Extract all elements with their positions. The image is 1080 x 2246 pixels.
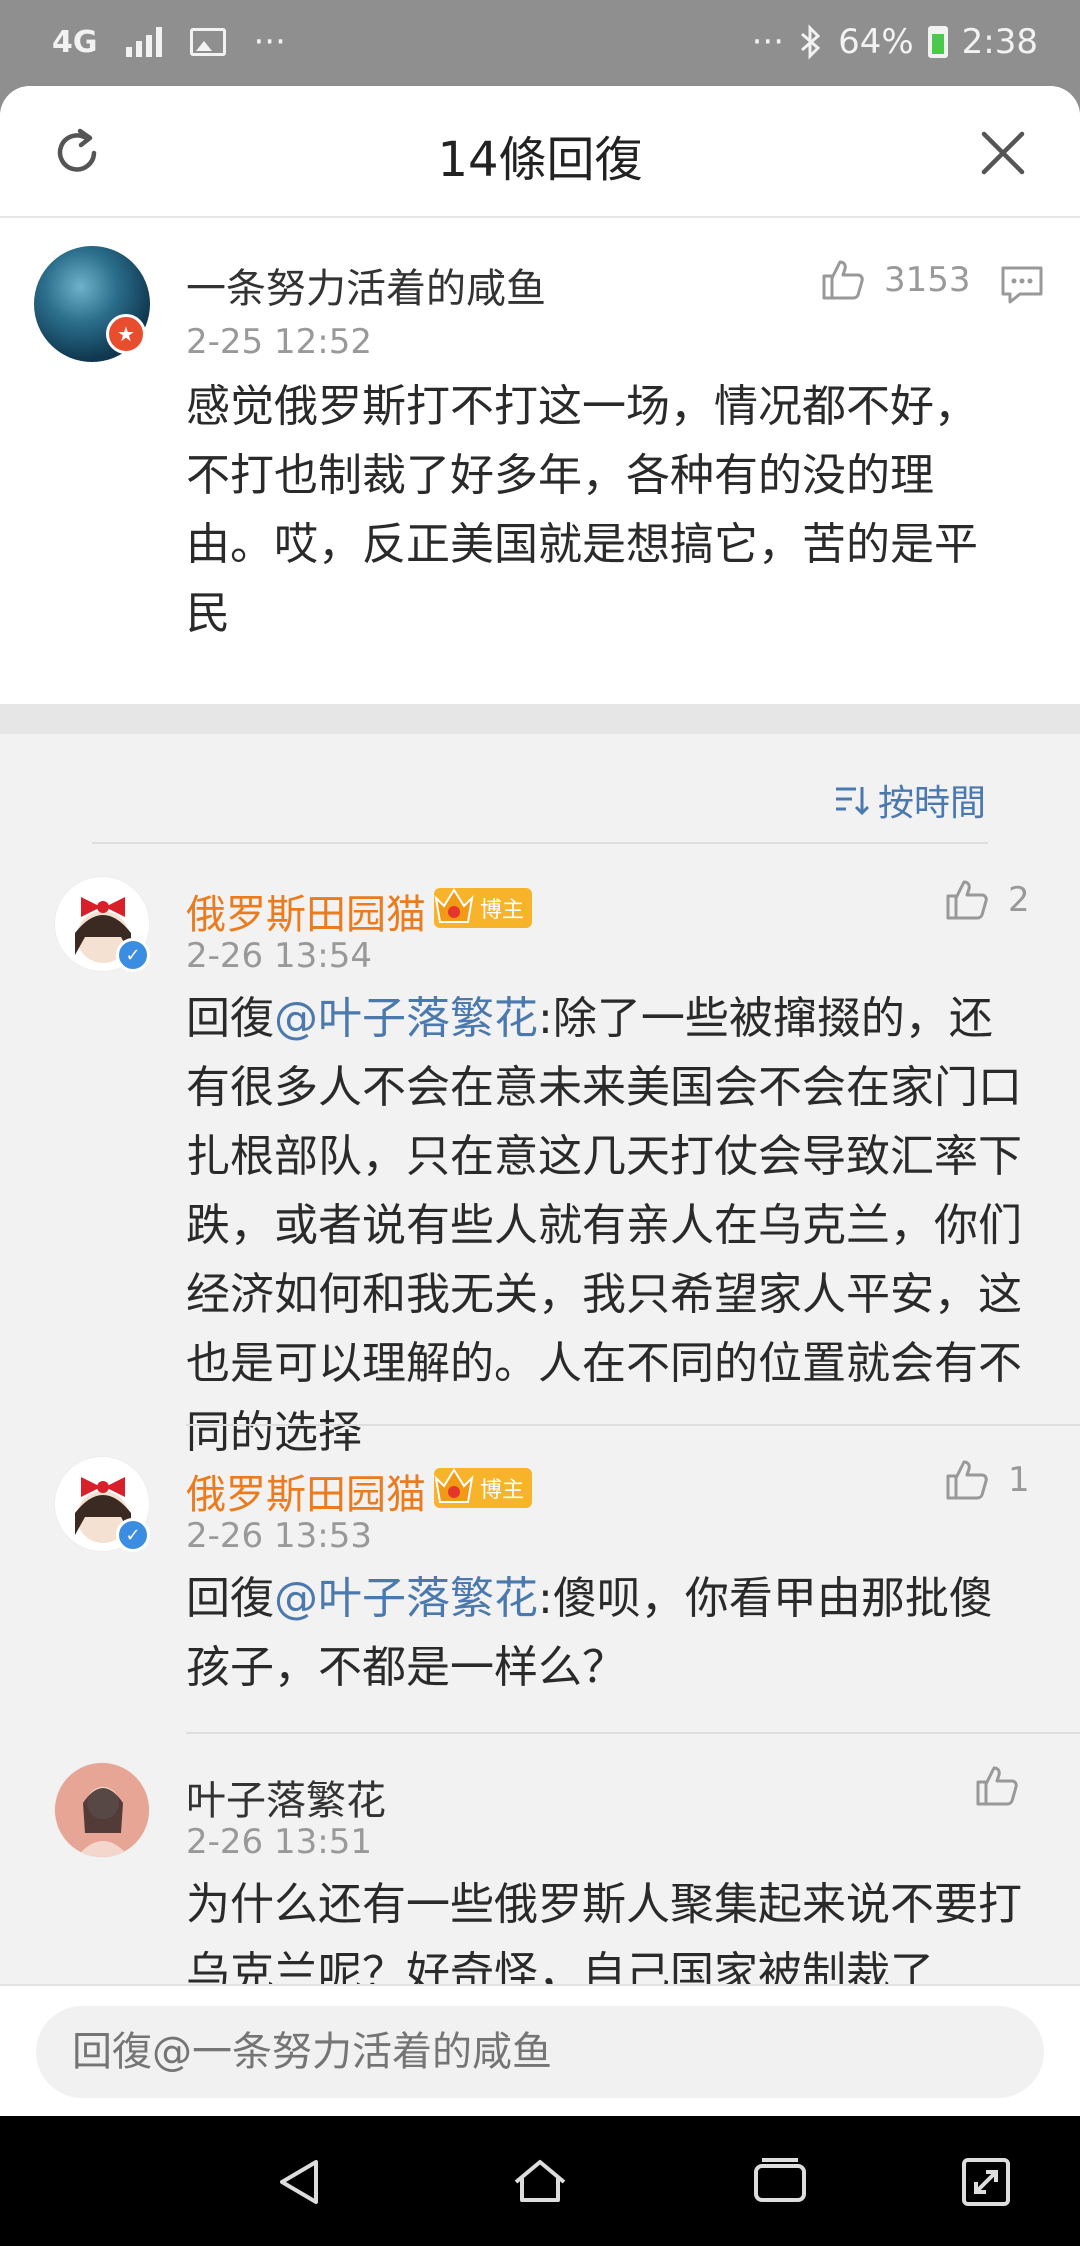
verified-icon: ✓ bbox=[116, 1518, 150, 1552]
replies-sheet: 14條回復 ★ 一条努力活着的咸鱼 2-25 12:52 3153 感觉俄罗斯打… bbox=[0, 86, 1080, 2116]
crown-icon bbox=[434, 888, 474, 923]
sort-label: 按時間 bbox=[877, 783, 986, 824]
divider bbox=[92, 842, 988, 844]
sheet-header: 14條回復 bbox=[0, 86, 1080, 218]
reply-author[interactable]: 俄罗斯田园猫 bbox=[186, 882, 426, 940]
battery-percent: 64% bbox=[838, 22, 914, 62]
bluetooth-icon bbox=[801, 24, 821, 60]
home-icon[interactable] bbox=[510, 2152, 570, 2212]
avatar[interactable] bbox=[54, 1762, 150, 1858]
like-count: 1 bbox=[1008, 1460, 1030, 1500]
reply-item: ✓ 俄罗斯田园猫 博主 2-26 13:53 1 回復@叶子落繁花:傻呗，你看甲… bbox=[0, 1456, 1080, 1756]
thumbs-up-icon bbox=[946, 1460, 988, 1500]
reply-time: 2-26 13:54 bbox=[186, 936, 372, 976]
reply-input[interactable] bbox=[36, 2006, 1044, 2098]
blogger-badge: 博主 bbox=[434, 888, 533, 928]
mention-link[interactable]: @叶子落繁花 bbox=[274, 1573, 538, 1624]
section-divider bbox=[0, 704, 1080, 734]
divider bbox=[186, 1732, 1080, 1734]
like-count: 2 bbox=[1008, 880, 1030, 920]
like-button[interactable]: 1 bbox=[942, 1456, 1030, 1504]
signal-icon bbox=[125, 27, 162, 57]
battery-icon bbox=[927, 26, 948, 58]
image-notification-icon bbox=[189, 28, 226, 56]
reply-time: 2-26 13:53 bbox=[186, 1516, 372, 1556]
sort-row: 按時間 bbox=[0, 734, 1080, 844]
like-button[interactable]: 2 bbox=[942, 876, 1030, 924]
sort-icon bbox=[835, 787, 870, 816]
like-button[interactable] bbox=[972, 1762, 1020, 1810]
more-notifications-icon: ··· bbox=[253, 22, 286, 62]
close-icon[interactable] bbox=[976, 126, 1030, 180]
status-bar: 4G ··· ··· 64% 2:38 bbox=[0, 0, 1080, 88]
main-comment: ★ 一条努力活着的咸鱼 2-25 12:52 3153 感觉俄罗斯打不打这一场，… bbox=[0, 218, 1080, 704]
thumbs-up-icon bbox=[822, 260, 864, 300]
red-verified-badge-icon: ★ bbox=[106, 314, 146, 354]
comment-author[interactable]: 一条努力活着的咸鱼 bbox=[186, 256, 546, 314]
reply-input-bar bbox=[0, 1984, 1080, 2116]
thumbs-up-icon bbox=[946, 880, 988, 920]
back-icon[interactable] bbox=[270, 2152, 330, 2212]
comment-text: 感觉俄罗斯打不打这一场，情况都不好，不打也制裁了好多年，各种有的没的理由。哎，反… bbox=[186, 381, 978, 639]
navigation-bar bbox=[0, 2116, 1080, 2246]
reply-time: 2-26 13:51 bbox=[186, 1822, 372, 1862]
reply-author[interactable]: 叶子落繁花 bbox=[186, 1768, 386, 1826]
like-button[interactable]: 3153 bbox=[818, 256, 971, 304]
crown-icon bbox=[434, 1468, 474, 1503]
reply-text: 回復@叶子落繁花:傻呗，你看甲由那批傻孩子，不都是一样么？ bbox=[186, 1573, 993, 1693]
more-status-icon: ··· bbox=[751, 22, 785, 62]
verified-icon: ✓ bbox=[116, 938, 150, 972]
reply-text: 回復@叶子落繁花:除了一些被撺掇的，还有很多人不会在意未来美国会不会在家门口扎根… bbox=[186, 993, 1022, 1458]
comment-time: 2-25 12:52 bbox=[186, 322, 372, 362]
reply-author[interactable]: 俄罗斯田园猫 bbox=[186, 1462, 426, 1520]
like-count: 3153 bbox=[884, 260, 971, 300]
sort-by-time-button[interactable]: 按時間 bbox=[832, 774, 986, 826]
divider bbox=[186, 1424, 1080, 1426]
sheet-title: 14條回復 bbox=[437, 132, 643, 188]
blogger-badge: 博主 bbox=[434, 1468, 533, 1508]
clock: 2:38 bbox=[961, 22, 1038, 62]
mention-link[interactable]: @叶子落繁花 bbox=[274, 993, 538, 1044]
expand-icon[interactable] bbox=[956, 2152, 1016, 2212]
recent-apps-icon[interactable] bbox=[750, 2152, 810, 2212]
reply-item: ✓ 俄罗斯田园猫 博主 2-26 13:54 2 回復@叶子落繁花:除了一些被撺… bbox=[0, 876, 1080, 1476]
network-indicator: 4G bbox=[52, 24, 98, 60]
thumbs-up-icon bbox=[976, 1766, 1018, 1806]
comment-icon[interactable] bbox=[998, 260, 1046, 308]
